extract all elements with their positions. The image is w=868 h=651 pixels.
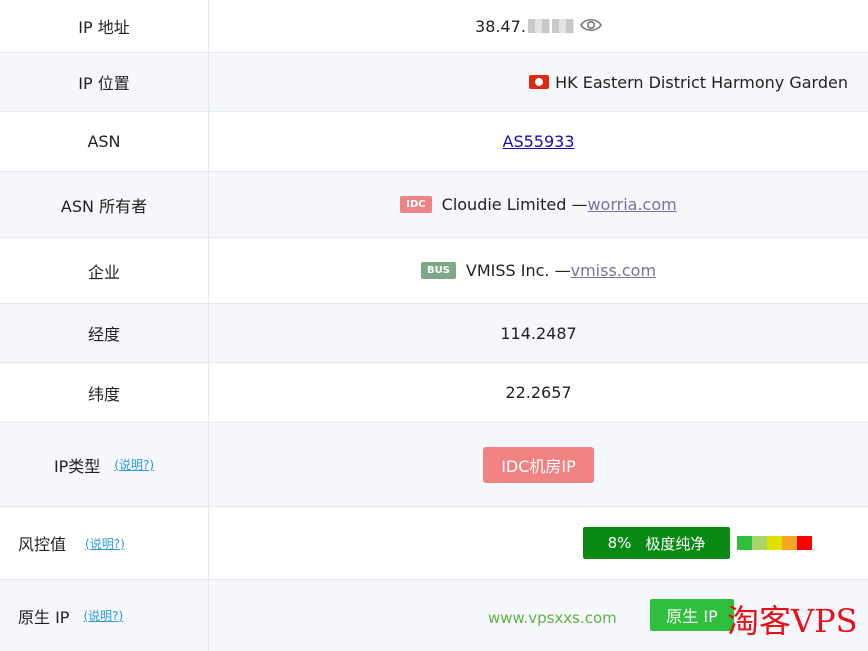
row-ip-type: IP类型 (说明?) IDC机房IP xyxy=(0,423,868,507)
label-company: 企业 xyxy=(0,238,209,303)
native-ip-badge: 原生 IP xyxy=(650,599,734,631)
ip-address-text: 38.47. xyxy=(475,16,526,36)
row-company: 企业 BUS VMISS Inc. — vmiss.com xyxy=(0,238,868,304)
value-ip-address: 38.47. xyxy=(209,0,868,52)
row-longitude: 经度 114.2487 xyxy=(0,304,868,363)
label-risk: 风控值 xyxy=(18,535,67,554)
risk-level: 极度纯净 xyxy=(645,534,706,553)
ip-info-table: IP 地址 38.47. IP 位置 HK Eastern District H… xyxy=(0,0,868,651)
asn-link[interactable]: AS55933 xyxy=(503,132,575,151)
native-ip-explain-link[interactable]: (说明?) xyxy=(83,607,123,624)
row-ip-location: IP 位置 HK Eastern District Harmony Garden xyxy=(0,53,868,112)
label-longitude: 经度 xyxy=(0,304,209,362)
risk-score-box: 8% 极度纯净 xyxy=(583,527,730,559)
risk-scale-segment xyxy=(797,536,812,550)
company-domain-link[interactable]: vmiss.com xyxy=(571,261,656,280)
company-name: VMISS Inc. — xyxy=(465,261,571,280)
risk-score: 8% xyxy=(607,534,632,552)
asn-owner-name: Cloudie Limited — xyxy=(441,195,588,214)
watermark-brand: 淘客VPS xyxy=(727,602,858,640)
value-ip-type: IDC机房IP xyxy=(209,423,868,506)
label-ip-type-cell: IP类型 (说明?) xyxy=(0,423,209,506)
ip-type-badge: IDC机房IP xyxy=(483,446,594,483)
risk-scale-segment xyxy=(752,536,767,550)
ip-location-text: HK Eastern District Harmony Garden xyxy=(555,72,848,92)
ip-masked-segment xyxy=(527,19,550,33)
risk-scale xyxy=(737,536,812,550)
label-latitude: 纬度 xyxy=(0,363,209,422)
value-asn-owner: IDC Cloudie Limited — worria.com xyxy=(209,172,868,237)
label-risk-cell: 风控值 (说明?) xyxy=(0,507,209,579)
asn-owner-domain-link[interactable]: worria.com xyxy=(587,195,676,214)
label-native-ip-cell: 原生 IP (说明?) xyxy=(0,580,209,651)
risk-scale-segment xyxy=(782,536,797,550)
row-ip-address: IP 地址 38.47. xyxy=(0,0,868,53)
label-native-ip: 原生 IP xyxy=(18,607,70,627)
value-ip-location: HK Eastern District Harmony Garden xyxy=(209,53,868,111)
value-asn: AS55933 xyxy=(209,112,868,171)
ip-type-explain-link[interactable]: (说明?) xyxy=(114,456,154,473)
bus-badge: BUS xyxy=(420,262,456,279)
risk-scale-segment xyxy=(767,536,782,550)
row-asn-owner: ASN 所有者 IDC Cloudie Limited — worria.com xyxy=(0,172,868,238)
risk-scale-segment xyxy=(737,536,752,550)
value-company: BUS VMISS Inc. — vmiss.com xyxy=(209,238,868,303)
row-latitude: 纬度 22.2657 xyxy=(0,363,868,423)
row-asn: ASN AS55933 xyxy=(0,112,868,172)
label-asn: ASN xyxy=(0,112,209,171)
eye-icon[interactable] xyxy=(580,17,602,36)
watermark-url: www.vpsxxs.com xyxy=(488,609,617,627)
value-longitude: 114.2487 xyxy=(500,323,577,343)
label-asn-owner: ASN 所有者 xyxy=(0,172,209,237)
label-ip-type: IP类型 xyxy=(53,456,101,476)
idc-badge: IDC xyxy=(400,196,432,213)
label-ip-location: IP 位置 xyxy=(0,53,209,111)
label-ip-address: IP 地址 xyxy=(0,0,209,52)
row-risk: 风控值 (说明?) 8% 极度纯净 xyxy=(0,507,868,580)
value-latitude: 22.2657 xyxy=(505,383,572,402)
value-risk: 8% 极度纯净 xyxy=(209,507,868,579)
ip-masked-segment xyxy=(551,19,574,33)
risk-explain-link[interactable]: (说明?) xyxy=(85,535,125,552)
hk-flag-icon xyxy=(529,75,550,89)
